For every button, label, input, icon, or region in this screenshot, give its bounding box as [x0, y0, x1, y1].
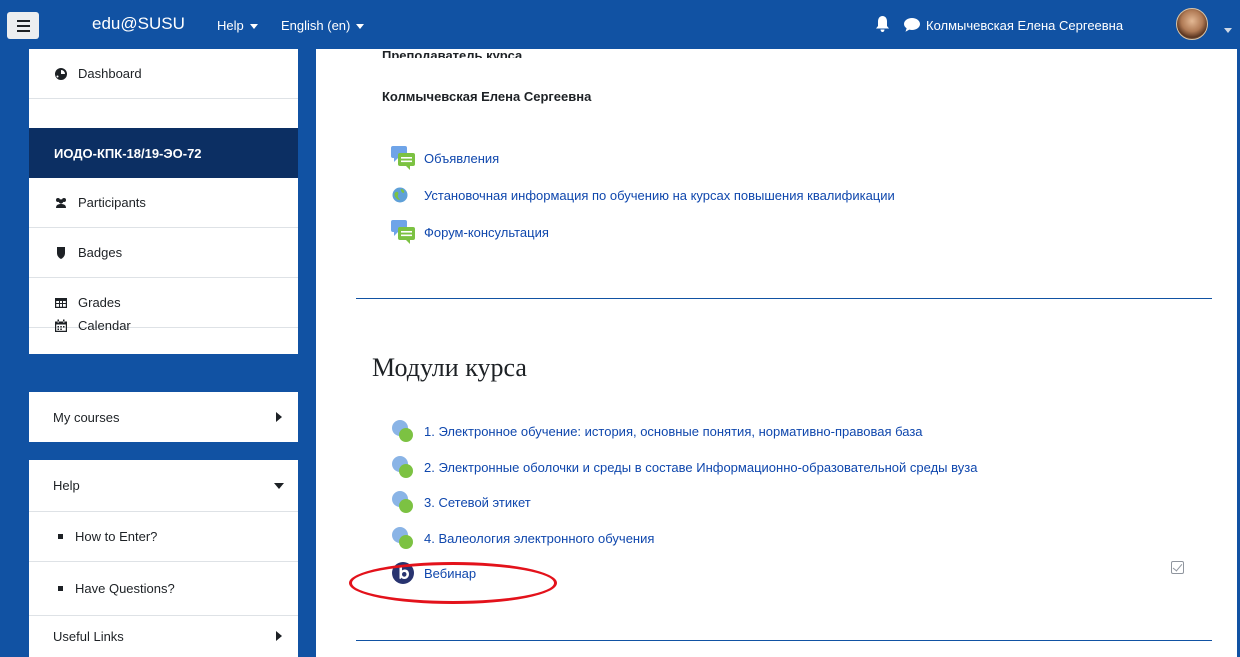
drawer-main-nav: Dashboard ИОДО-КПК-18/19-ЭО-72 Participa…: [29, 49, 298, 354]
chevron-right-icon: [276, 412, 282, 422]
sidebar-item-dashboard[interactable]: Dashboard: [29, 49, 298, 99]
hamburger-icon: [16, 19, 30, 22]
chevron-down-icon: [274, 483, 284, 489]
caret-down-icon: [356, 24, 365, 30]
activity-url-intro-info[interactable]: Установочная информация по обучению на к…: [390, 182, 895, 208]
table-icon: [55, 297, 67, 308]
calendar-icon: [55, 319, 67, 332]
top-navbar: edu@SUSU Help English (en) Колмычевская …: [0, 0, 1240, 49]
lesson-icon: [392, 420, 413, 442]
activity-module-3[interactable]: 3. Сетевой этикет: [390, 489, 531, 515]
caret-down-icon: [249, 24, 258, 30]
nav-drawer: Dashboard ИОДО-КПК-18/19-ЭО-72 Participa…: [0, 49, 316, 657]
message-icon[interactable]: [904, 18, 920, 32]
teacher-label: Преподаватель курса: [382, 49, 523, 58]
section-title: Модули курса: [372, 353, 527, 382]
sidebar-item-calendar[interactable]: Calendar: [29, 318, 298, 354]
activity-module-2[interactable]: 2. Электронные оболочки и среды в состав…: [390, 454, 977, 480]
forum-icon: [391, 220, 415, 244]
url-icon: [392, 187, 408, 203]
sidebar-item-participants[interactable]: Participants: [29, 178, 298, 228]
sidebar-item-have-questions[interactable]: Have Questions?: [29, 562, 298, 616]
forum-icon: [391, 146, 415, 170]
course-content: Преподаватель курса Колмычевская Елена С…: [316, 49, 1240, 657]
chevron-down-icon[interactable]: [1224, 22, 1232, 37]
help-menu[interactable]: Help: [217, 18, 258, 33]
chevron-right-icon: [276, 631, 282, 641]
shield-icon: [57, 246, 65, 259]
site-brand[interactable]: edu@SUSU: [92, 14, 185, 34]
drawer-toggle-button[interactable]: [7, 12, 39, 39]
activity-module-4[interactable]: 4. Валеология электронного обучения: [390, 525, 654, 551]
bullet-icon: [58, 534, 63, 539]
activity-forum-consultation[interactable]: Форум-консультация: [390, 219, 549, 245]
avatar[interactable]: [1176, 8, 1208, 40]
activity-module-1[interactable]: 1. Электронное обучение: история, основн…: [390, 418, 923, 444]
teacher-name[interactable]: Колмычевская Елена Сергеевна: [382, 89, 591, 104]
drawer-my-courses: My courses: [29, 392, 298, 442]
sidebar-item-useful-links[interactable]: Useful Links: [29, 616, 298, 657]
lesson-icon: [392, 527, 413, 549]
sidebar-item-help[interactable]: Help: [29, 460, 298, 512]
bell-icon[interactable]: [876, 16, 889, 32]
drawer-help: Help How to Enter? Have Questions? Usefu…: [29, 460, 298, 657]
lesson-icon: [392, 456, 413, 478]
language-menu[interactable]: English (en): [281, 18, 365, 33]
highlight-ellipse: [349, 562, 557, 604]
dashboard-icon: [55, 67, 67, 80]
sidebar-item-badges[interactable]: Badges: [29, 228, 298, 278]
section-divider: [356, 298, 1212, 299]
users-icon: [56, 197, 66, 208]
completion-checkbox-icon[interactable]: [1171, 561, 1184, 574]
activity-forum-announcements[interactable]: Объявления: [390, 145, 499, 171]
sidebar-item-my-courses[interactable]: My courses: [29, 392, 298, 442]
user-menu-name[interactable]: Колмычевская Елена Сергеевна: [926, 18, 1123, 33]
bullet-icon: [58, 586, 63, 591]
section-divider: [356, 640, 1212, 641]
sidebar-item-course[interactable]: ИОДО-КПК-18/19-ЭО-72: [29, 128, 298, 178]
sidebar-item-how-to-enter[interactable]: How to Enter?: [29, 512, 298, 562]
lesson-icon: [392, 491, 413, 513]
